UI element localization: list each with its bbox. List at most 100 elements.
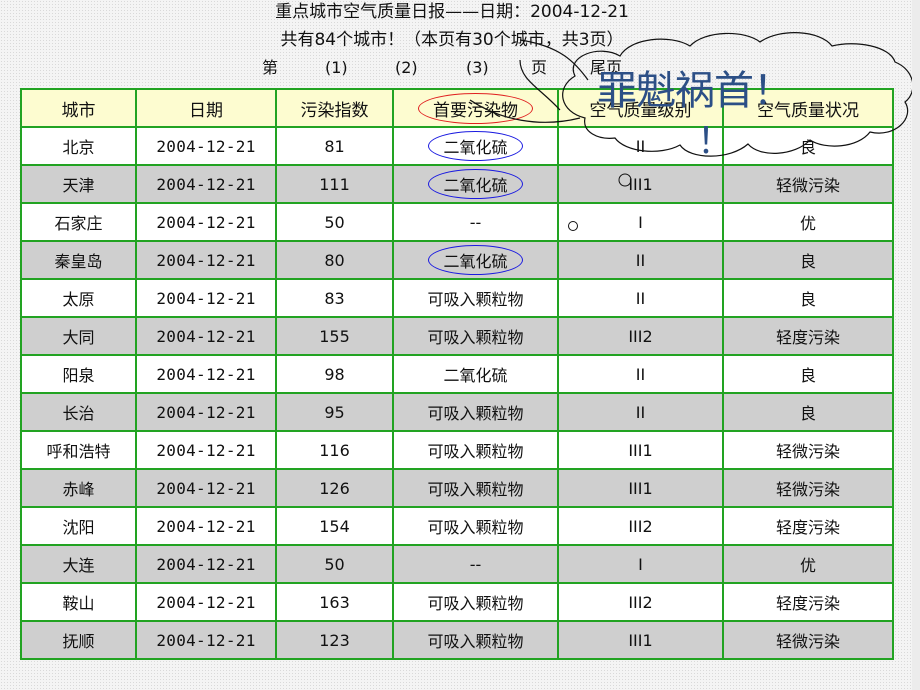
level-cell: II bbox=[557, 240, 724, 280]
date-cell: 2004-12-21 bbox=[135, 506, 277, 546]
table-row: 大同 2004-12-21 155 可吸入颗粒物 III2 轻度污染 bbox=[20, 316, 894, 356]
date-cell: 2004-12-21 bbox=[135, 316, 277, 356]
pollutant-cell: 可吸入颗粒物 bbox=[392, 582, 559, 622]
pollutant-cell: 可吸入颗粒物 bbox=[392, 468, 559, 508]
date-cell: 2004-12-21 bbox=[135, 392, 277, 432]
status-cell: 良 bbox=[722, 126, 894, 166]
pager-prefix: 第 bbox=[262, 58, 279, 77]
status-cell: 良 bbox=[722, 354, 894, 394]
level-cell: III2 bbox=[557, 316, 724, 356]
pollutant-cell: 可吸入颗粒物 bbox=[392, 278, 559, 318]
table-row: 阳泉 2004-12-21 98 二氧化硫 II 良 bbox=[20, 354, 894, 394]
status-cell: 优 bbox=[722, 202, 894, 242]
index-cell: 50 bbox=[275, 544, 394, 584]
index-cell: 111 bbox=[275, 164, 394, 204]
pollutant-cell: 二氧化硫 bbox=[392, 164, 559, 204]
index-cell: 154 bbox=[275, 506, 394, 546]
index-cell: 126 bbox=[275, 468, 394, 508]
status-cell: 优 bbox=[722, 544, 894, 584]
city-cell: 天津 bbox=[20, 164, 137, 204]
index-cell: 123 bbox=[275, 620, 394, 660]
col-header-pollutant: 首要污染物 bbox=[392, 88, 559, 128]
pollutant-cell: 可吸入颗粒物 bbox=[392, 392, 559, 432]
index-cell: 80 bbox=[275, 240, 394, 280]
table-row: 北京 2004-12-21 81 二氧化硫 II 良 bbox=[20, 126, 894, 166]
air-quality-table: 城市 日期 污染指数 首要污染物 空气质量级别 空气质量状况 北京 2004-12… bbox=[20, 88, 894, 660]
pager-suffix: 页 bbox=[531, 58, 548, 77]
date-cell: 2004-12-21 bbox=[135, 354, 277, 394]
date-cell: 2004-12-21 bbox=[135, 164, 277, 204]
date-cell: 2004-12-21 bbox=[135, 468, 277, 508]
date-cell: 2004-12-21 bbox=[135, 582, 277, 622]
status-cell: 轻度污染 bbox=[722, 506, 894, 546]
col-header-city: 城市 bbox=[20, 88, 137, 128]
pollutant-cell: 可吸入颗粒物 bbox=[392, 316, 559, 356]
date-cell: 2004-12-21 bbox=[135, 278, 277, 318]
level-cell: II bbox=[557, 354, 724, 394]
callout-text: 罪魁祸首！ bbox=[597, 68, 793, 114]
level-cell: II bbox=[557, 392, 724, 432]
status-cell: 轻微污染 bbox=[722, 620, 894, 660]
index-cell: 116 bbox=[275, 430, 394, 470]
table-row: 呼和浩特 2004-12-21 116 可吸入颗粒物 III1 轻微污染 bbox=[20, 430, 894, 470]
city-cell: 呼和浩特 bbox=[20, 430, 137, 470]
status-cell: 良 bbox=[722, 392, 894, 432]
city-cell: 赤峰 bbox=[20, 468, 137, 508]
table-row: 鞍山 2004-12-21 163 可吸入颗粒物 III2 轻度污染 bbox=[20, 582, 894, 622]
highlight-oval-blue: 二氧化硫 bbox=[428, 169, 523, 199]
table-row: 抚顺 2004-12-21 123 可吸入颗粒物 III1 轻微污染 bbox=[20, 620, 894, 660]
level-cell: II bbox=[557, 278, 724, 318]
right-margin bbox=[912, 0, 920, 690]
level-cell: I bbox=[557, 202, 724, 242]
pollutant-cell: 二氧化硫 bbox=[392, 126, 559, 166]
city-cell: 长治 bbox=[20, 392, 137, 432]
table-row: 赤峰 2004-12-21 126 可吸入颗粒物 III1 轻微污染 bbox=[20, 468, 894, 508]
city-cell: 阳泉 bbox=[20, 354, 137, 394]
pollutant-cell: 可吸入颗粒物 bbox=[392, 430, 559, 470]
status-cell: 轻微污染 bbox=[722, 430, 894, 470]
page-subtitle: 共有84个城市！（本页有30个城市，共3页） bbox=[280, 30, 624, 50]
pollutant-cell: 二氧化硫 bbox=[392, 354, 559, 394]
city-cell: 秦皇岛 bbox=[20, 240, 137, 280]
table-row: 秦皇岛 2004-12-21 80 二氧化硫 II 良 bbox=[20, 240, 894, 280]
date-cell: 2004-12-21 bbox=[135, 430, 277, 470]
level-cell: III1 bbox=[557, 430, 724, 470]
table-row: 沈阳 2004-12-21 154 可吸入颗粒物 III2 轻度污染 bbox=[20, 506, 894, 546]
highlight-oval-blue: 二氧化硫 bbox=[428, 245, 523, 275]
page-link-2[interactable]: (2) bbox=[395, 57, 418, 79]
level-cell: III2 bbox=[557, 506, 724, 546]
index-cell: 50 bbox=[275, 202, 394, 242]
level-cell: I bbox=[557, 544, 724, 584]
date-cell: 2004-12-21 bbox=[135, 620, 277, 660]
col-header-index: 污染指数 bbox=[275, 88, 394, 128]
col-header-date: 日期 bbox=[135, 88, 277, 128]
level-cell: III1 bbox=[557, 620, 724, 660]
table-row: 长治 2004-12-21 95 可吸入颗粒物 II 良 bbox=[20, 392, 894, 432]
index-cell: 155 bbox=[275, 316, 394, 356]
city-cell: 北京 bbox=[20, 126, 137, 166]
date-cell: 2004-12-21 bbox=[135, 240, 277, 280]
pollutant-cell: 可吸入颗粒物 bbox=[392, 620, 559, 660]
table-row: 天津 2004-12-21 111 二氧化硫 III1 轻微污染 bbox=[20, 164, 894, 204]
highlight-oval-blue: 二氧化硫 bbox=[428, 131, 523, 161]
callout-exclamation: ！ bbox=[697, 121, 734, 162]
page-link-1[interactable]: (1) bbox=[325, 57, 348, 79]
status-cell: 良 bbox=[722, 240, 894, 280]
city-cell: 石家庄 bbox=[20, 202, 137, 242]
city-cell: 大连 bbox=[20, 544, 137, 584]
table-row: 石家庄 2004-12-21 50 -- I 优 bbox=[20, 202, 894, 242]
index-cell: 95 bbox=[275, 392, 394, 432]
status-cell: 轻微污染 bbox=[722, 468, 894, 508]
page-link-3[interactable]: (3) bbox=[466, 57, 489, 79]
date-cell: 2004-12-21 bbox=[135, 126, 277, 166]
status-cell: 轻微污染 bbox=[722, 164, 894, 204]
city-cell: 抚顺 bbox=[20, 620, 137, 660]
level-cell: III2 bbox=[557, 582, 724, 622]
level-cell: III1 bbox=[557, 468, 724, 508]
highlight-oval-red: 首要污染物 bbox=[418, 92, 533, 124]
date-cell: 2004-12-21 bbox=[135, 544, 277, 584]
city-cell: 大同 bbox=[20, 316, 137, 356]
index-cell: 83 bbox=[275, 278, 394, 318]
pollutant-cell: 二氧化硫 bbox=[392, 240, 559, 280]
table-row: 太原 2004-12-21 83 可吸入颗粒物 II 良 bbox=[20, 278, 894, 318]
